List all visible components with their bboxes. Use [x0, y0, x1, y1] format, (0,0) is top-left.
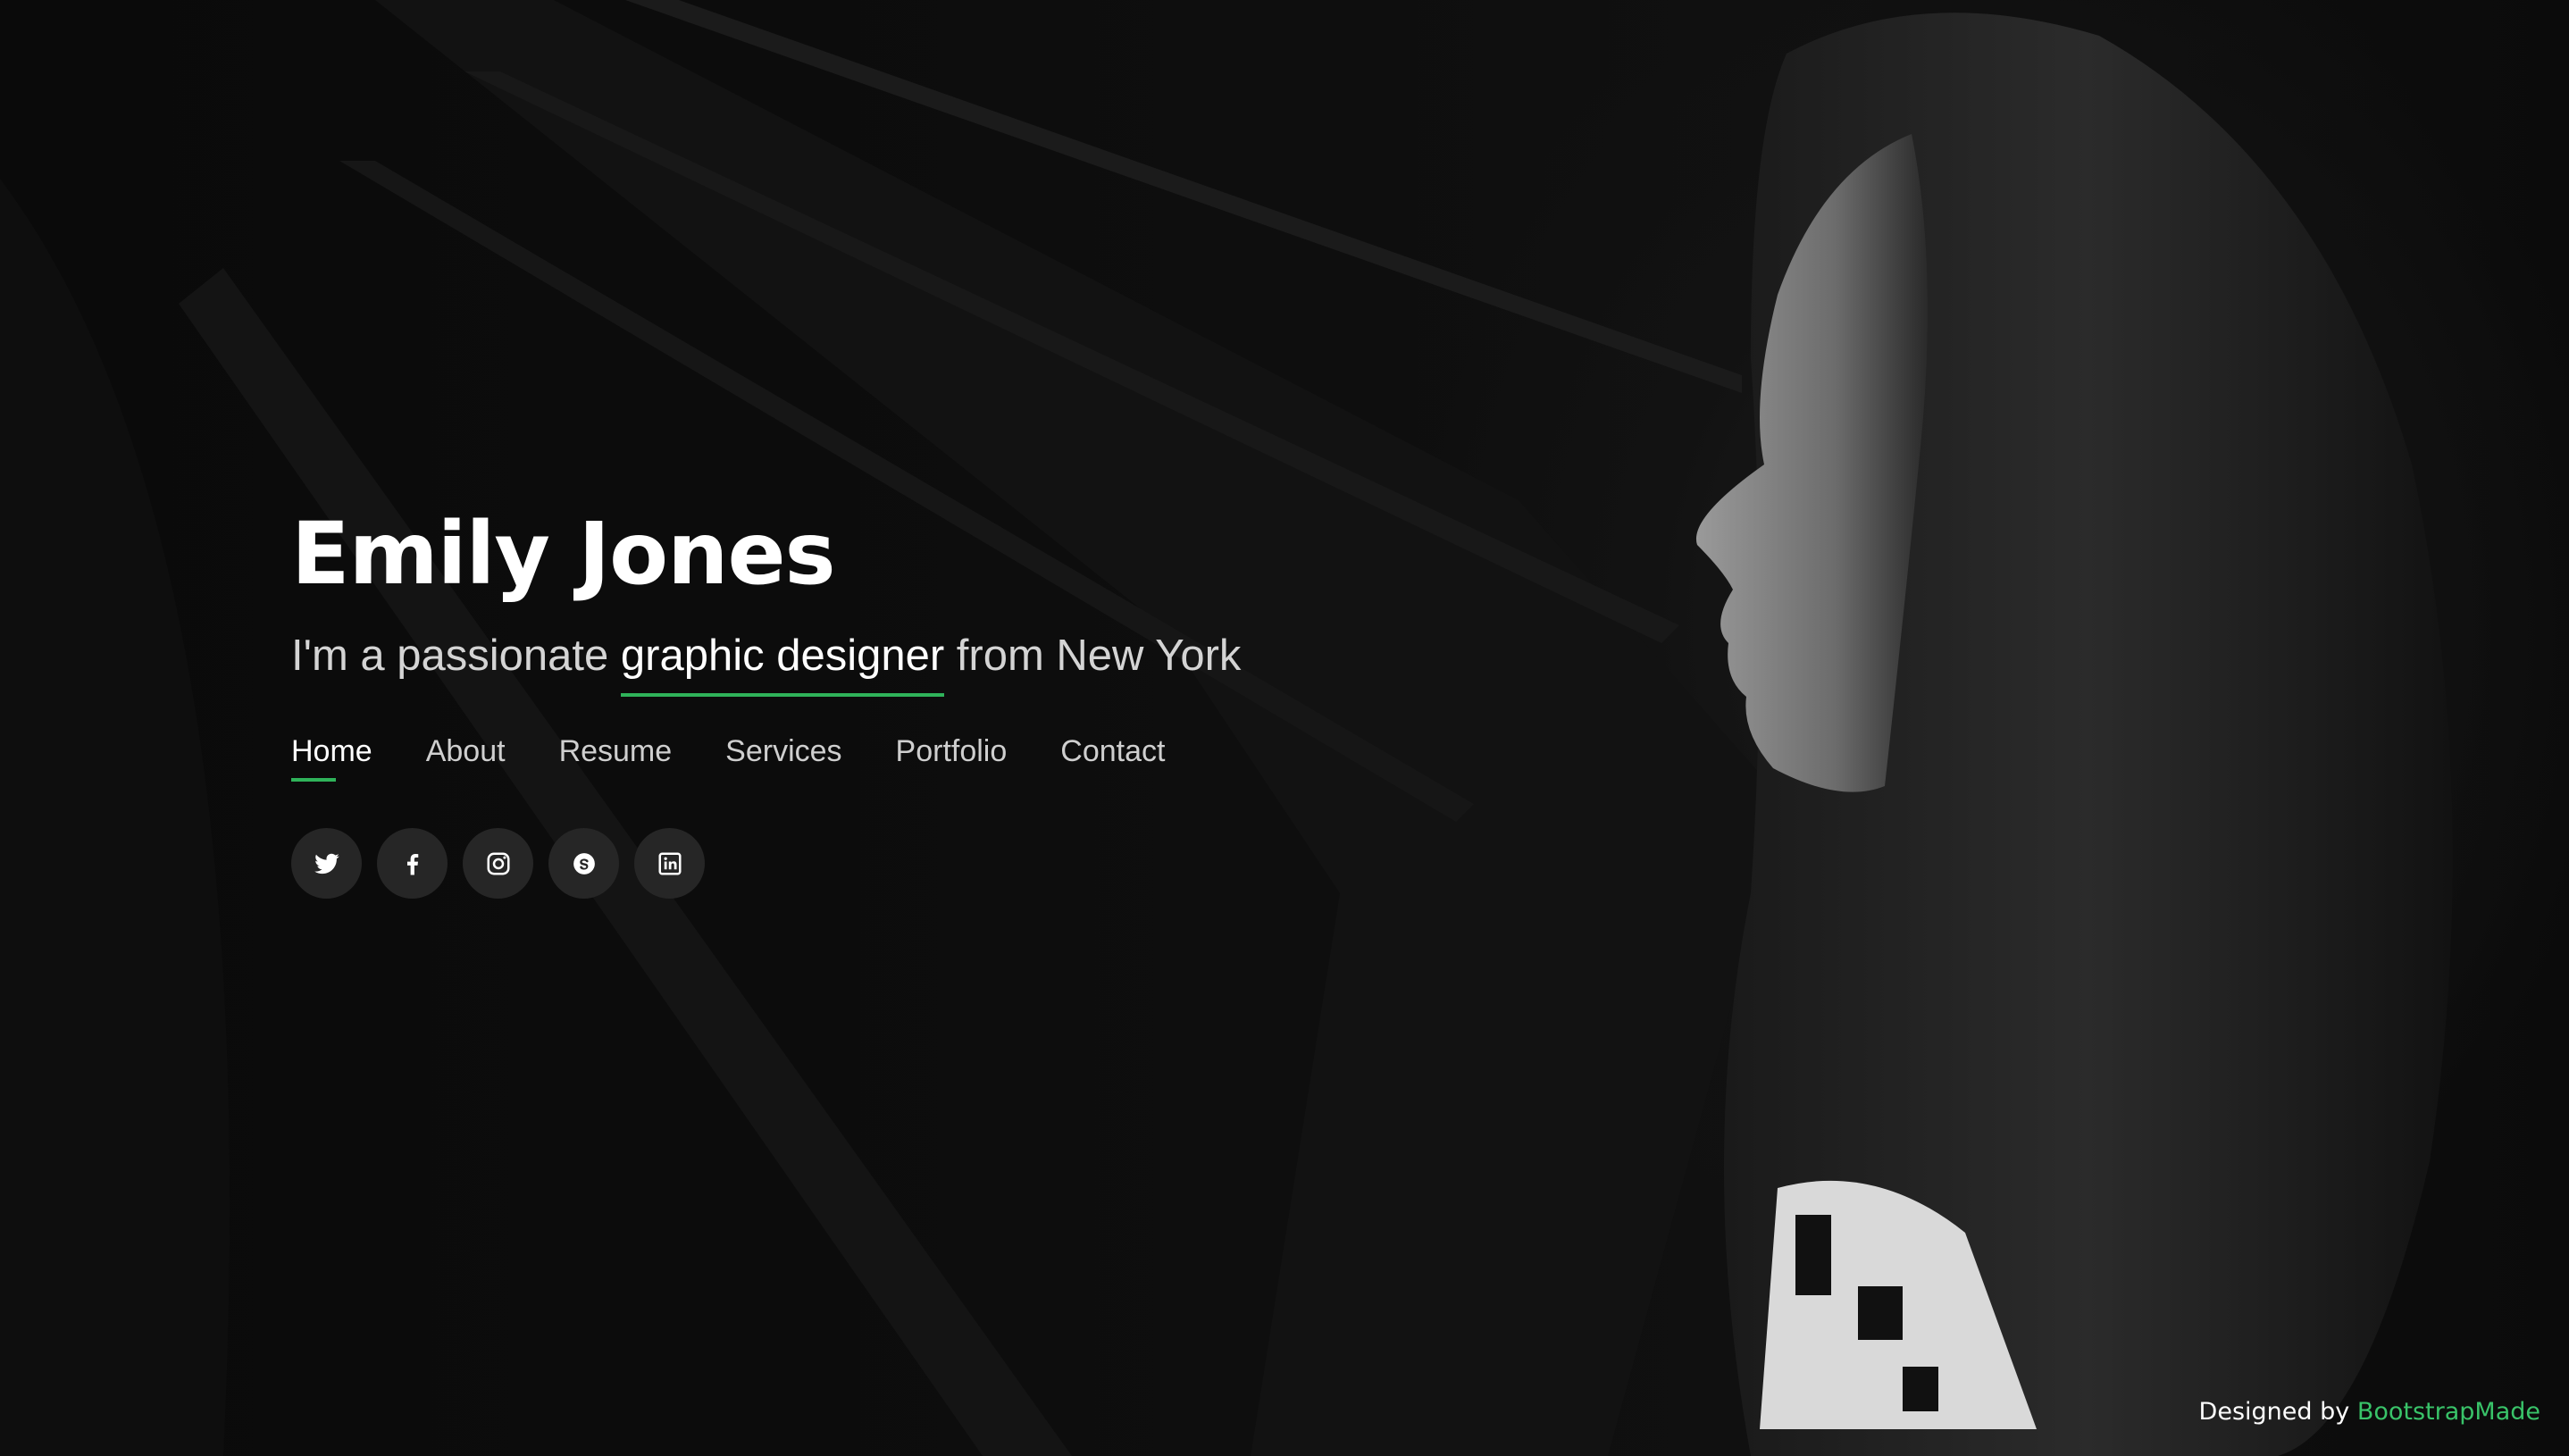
credits-text: Designed by	[2198, 1398, 2350, 1426]
hero-content: Emily Jones I'm a passionate graphic des…	[291, 500, 1542, 899]
tagline-prefix: I'm a passionate	[291, 632, 621, 680]
nav-item-home[interactable]: Home	[291, 734, 372, 782]
hero-section: Emily Jones I'm a passionate graphic des…	[0, 0, 2569, 1456]
linkedin-icon	[658, 852, 681, 874]
nav-item-portfolio[interactable]: Portfolio	[896, 734, 1008, 782]
nav-item-about[interactable]: About	[426, 734, 506, 782]
twitter-link[interactable]	[291, 828, 362, 899]
linkedin-link[interactable]	[634, 828, 705, 899]
twitter-icon	[314, 853, 339, 874]
tagline-suffix: from New York	[944, 632, 1242, 680]
instagram-link[interactable]	[463, 828, 533, 899]
nav-item-services[interactable]: Services	[725, 734, 841, 782]
instagram-icon	[487, 852, 509, 874]
nav-item-contact[interactable]: Contact	[1060, 734, 1165, 782]
skype-link[interactable]	[548, 828, 619, 899]
nav-item-resume[interactable]: Resume	[559, 734, 673, 782]
hero-name: Emily Jones	[291, 504, 836, 604]
facebook-link[interactable]	[377, 828, 448, 899]
social-links	[291, 828, 1542, 899]
tagline-typed-text: graphic designer	[620, 627, 945, 697]
footer-credits: Designed by BootstrapMade	[2199, 1398, 2540, 1426]
credits-link[interactable]: BootstrapMade	[2357, 1398, 2540, 1426]
main-nav: Home About Resume Services Portfolio Con…	[291, 734, 1542, 782]
facebook-icon	[406, 853, 418, 874]
hero-tagline: I'm a passionate graphic designer from N…	[291, 627, 1542, 697]
skype-icon	[573, 852, 595, 874]
